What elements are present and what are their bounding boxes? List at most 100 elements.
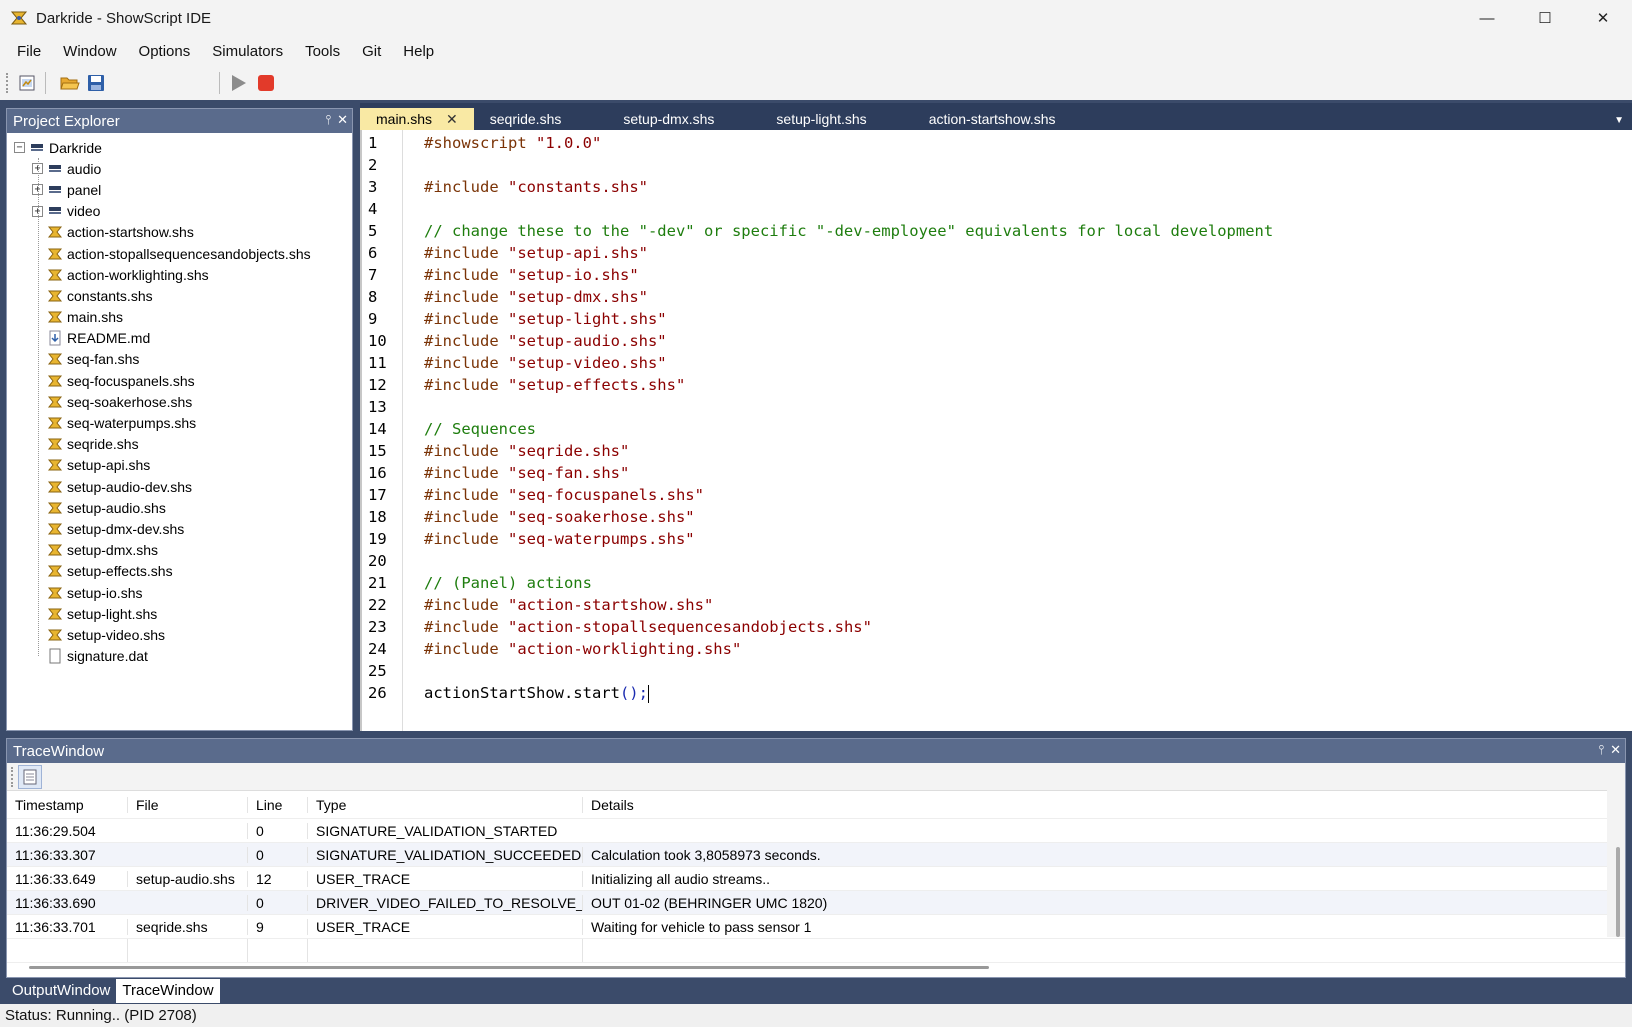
code-line[interactable]: 13 xyxy=(368,396,1632,418)
code-lines[interactable]: 1 #showscript "1.0.0" 2 3 #include "constant… xyxy=(368,132,1632,704)
column-header-type[interactable]: Type xyxy=(307,796,582,813)
code-line[interactable]: 2 xyxy=(368,154,1632,176)
tree-file[interactable]: action-startshow.shs xyxy=(7,222,352,243)
tree-file[interactable]: signature.dat xyxy=(7,646,352,667)
tab-setup-dmx-shs[interactable]: setup-dmx.shs xyxy=(607,108,760,130)
menu-git[interactable]: Git xyxy=(351,43,392,60)
tree-file[interactable]: constants.shs xyxy=(7,285,352,306)
minimize-button[interactable]: — xyxy=(1458,0,1516,36)
tree-file[interactable]: setup-api.shs xyxy=(7,455,352,476)
table-row[interactable]: 11:36:33.690 0 DRIVER_VIDEO_FAILED_TO_RESO… xyxy=(7,891,1625,915)
toolbar-grip[interactable] xyxy=(6,73,9,93)
code-line[interactable]: 6 #include "setup-api.shs" xyxy=(368,242,1632,264)
menu-window[interactable]: Window xyxy=(52,43,127,60)
menu-options[interactable]: Options xyxy=(128,43,202,60)
tab-close-icon[interactable]: ✕ xyxy=(446,111,458,128)
clear-trace-button[interactable] xyxy=(18,764,42,789)
table-row[interactable]: 11:36:33.701 seqride.shs 9 USER_TRACE Waitin… xyxy=(7,915,1625,939)
close-icon[interactable]: ✕ xyxy=(1610,742,1621,758)
menu-file[interactable]: File xyxy=(6,43,52,60)
tree-folder[interactable]: + video xyxy=(7,201,352,222)
trace-horizontal-scrollbar[interactable] xyxy=(29,966,989,969)
tree-root[interactable]: − Darkride xyxy=(7,137,352,158)
code-line[interactable]: 25 xyxy=(368,660,1632,682)
code-line[interactable]: 5// change these to the "-dev" or specif… xyxy=(368,220,1632,242)
tab-main-shs[interactable]: main.shs ✕ xyxy=(360,108,474,130)
code-line[interactable]: 14// Sequences xyxy=(368,418,1632,440)
code-line[interactable]: 23 #include "action-stopallsequencesandob… xyxy=(368,616,1632,638)
code-line[interactable]: 4 xyxy=(368,198,1632,220)
code-line[interactable]: 7 #include "setup-io.shs" xyxy=(368,264,1632,286)
tab-setup-light-shs[interactable]: setup-light.shs xyxy=(760,108,912,130)
open-folder-button[interactable] xyxy=(58,71,82,95)
code-line[interactable]: 3 #include "constants.shs" xyxy=(368,176,1632,198)
tab-action-startshow-shs[interactable]: action-startshow.shs xyxy=(913,108,1072,130)
code-line[interactable]: 22 #include "action-startshow.shs" xyxy=(368,594,1632,616)
table-row[interactable]: 11:36:29.504 0 SIGNATURE_VALIDATION_STARTE… xyxy=(7,819,1625,843)
run-button[interactable] xyxy=(226,71,250,95)
code-line[interactable]: 20 xyxy=(368,550,1632,572)
tree-file[interactable]: setup-io.shs xyxy=(7,582,352,603)
tree-folder[interactable]: + panel xyxy=(7,179,352,200)
tree-file[interactable]: setup-audio.shs xyxy=(7,497,352,518)
tree-file[interactable]: seq-soakerhose.shs xyxy=(7,391,352,412)
pin-icon[interactable]: ⫯ xyxy=(1598,742,1604,758)
code-line[interactable]: 1 #showscript "1.0.0" xyxy=(368,132,1632,154)
code-line[interactable]: 19 #include "seq-waterpumps.shs" xyxy=(368,528,1632,550)
line-number: 6 xyxy=(368,244,378,262)
code-line[interactable]: 10 #include "setup-audio.shs" xyxy=(368,330,1632,352)
tree-file[interactable]: seq-waterpumps.shs xyxy=(7,412,352,433)
tree-file[interactable]: setup-dmx-dev.shs xyxy=(7,518,352,539)
toolbar-grip[interactable] xyxy=(11,766,14,787)
menu-help[interactable]: Help xyxy=(392,43,445,60)
menu-simulators[interactable]: Simulators xyxy=(201,43,294,60)
trace-vertical-scrollbar[interactable] xyxy=(1607,767,1625,937)
collapse-icon[interactable]: − xyxy=(14,142,25,154)
new-project-button[interactable] xyxy=(15,71,39,95)
column-header-timestamp[interactable]: Timestamp xyxy=(7,797,127,813)
close-icon[interactable]: ✕ xyxy=(337,112,348,128)
column-header-line[interactable]: Line xyxy=(247,796,307,813)
tree-folder[interactable]: + audio xyxy=(7,158,352,179)
table-row[interactable]: 11:36:33.649 setup-audio.shs 12 USER_TRACE I… xyxy=(7,867,1625,891)
tab-output-window[interactable]: OutputWindow xyxy=(6,979,116,1003)
tree-file[interactable]: README.md xyxy=(7,328,352,349)
tree-file[interactable]: seqride.shs xyxy=(7,434,352,455)
code-line[interactable]: 16 #include "seq-fan.shs" xyxy=(368,462,1632,484)
code-line[interactable]: 17 #include "seq-focuspanels.shs" xyxy=(368,484,1632,506)
tree-file[interactable]: setup-light.shs xyxy=(7,603,352,624)
code-line[interactable]: 21// (Panel) actions xyxy=(368,572,1632,594)
maximize-button[interactable]: ☐ xyxy=(1516,0,1574,36)
code-line[interactable]: 24 #include "action-worklighting.shs" xyxy=(368,638,1632,660)
tree-file[interactable]: seq-focuspanels.shs xyxy=(7,370,352,391)
tab-list-dropdown-icon[interactable]: ▼ xyxy=(1614,115,1624,126)
code-line[interactable]: 9 #include "setup-light.shs" xyxy=(368,308,1632,330)
tree-file[interactable]: setup-effects.shs xyxy=(7,561,352,582)
stop-button[interactable] xyxy=(254,71,278,95)
tab-trace-window[interactable]: TraceWindow xyxy=(116,979,220,1003)
tree-file[interactable]: setup-video.shs xyxy=(7,624,352,645)
column-header-details[interactable]: Details xyxy=(582,796,1625,813)
pin-icon[interactable]: ⫯ xyxy=(325,112,331,128)
table-row[interactable]: 11:36:33.307 0 SIGNATURE_VALIDATION_SUCCEE… xyxy=(7,843,1625,867)
code-line[interactable]: 12 #include "setup-effects.shs" xyxy=(368,374,1632,396)
tree-file[interactable]: main.shs xyxy=(7,307,352,328)
code-line[interactable]: 8 #include "setup-dmx.shs" xyxy=(368,286,1632,308)
tab-seqride-shs[interactable]: seqride.shs xyxy=(474,108,608,130)
tree-file[interactable]: setup-dmx.shs xyxy=(7,540,352,561)
code-line[interactable]: 11 #include "setup-video.shs" xyxy=(368,352,1632,374)
tree-file[interactable]: action-stopallsequencesandobjects.shs xyxy=(7,243,352,264)
code-line[interactable]: 15 #include "seqride.shs" xyxy=(368,440,1632,462)
tree-file[interactable]: setup-audio-dev.shs xyxy=(7,476,352,497)
column-header-file[interactable]: File xyxy=(127,796,247,813)
code-line[interactable]: 18 #include "seq-soakerhose.shs" xyxy=(368,506,1632,528)
save-button[interactable] xyxy=(84,71,108,95)
tree-file[interactable]: seq-fan.shs xyxy=(7,349,352,370)
code-line[interactable]: 26 actionStartShow.start(); xyxy=(368,682,1632,704)
code-area[interactable]: 1 #showscript "1.0.0" 2 3 #include "constant… xyxy=(360,130,1632,731)
tree-file[interactable]: action-worklighting.shs xyxy=(7,264,352,285)
close-button[interactable]: ✕ xyxy=(1574,0,1632,36)
scrollbar-thumb[interactable] xyxy=(1616,847,1620,937)
tree-item-label: constants.shs xyxy=(67,287,153,304)
menu-tools[interactable]: Tools xyxy=(294,43,351,60)
